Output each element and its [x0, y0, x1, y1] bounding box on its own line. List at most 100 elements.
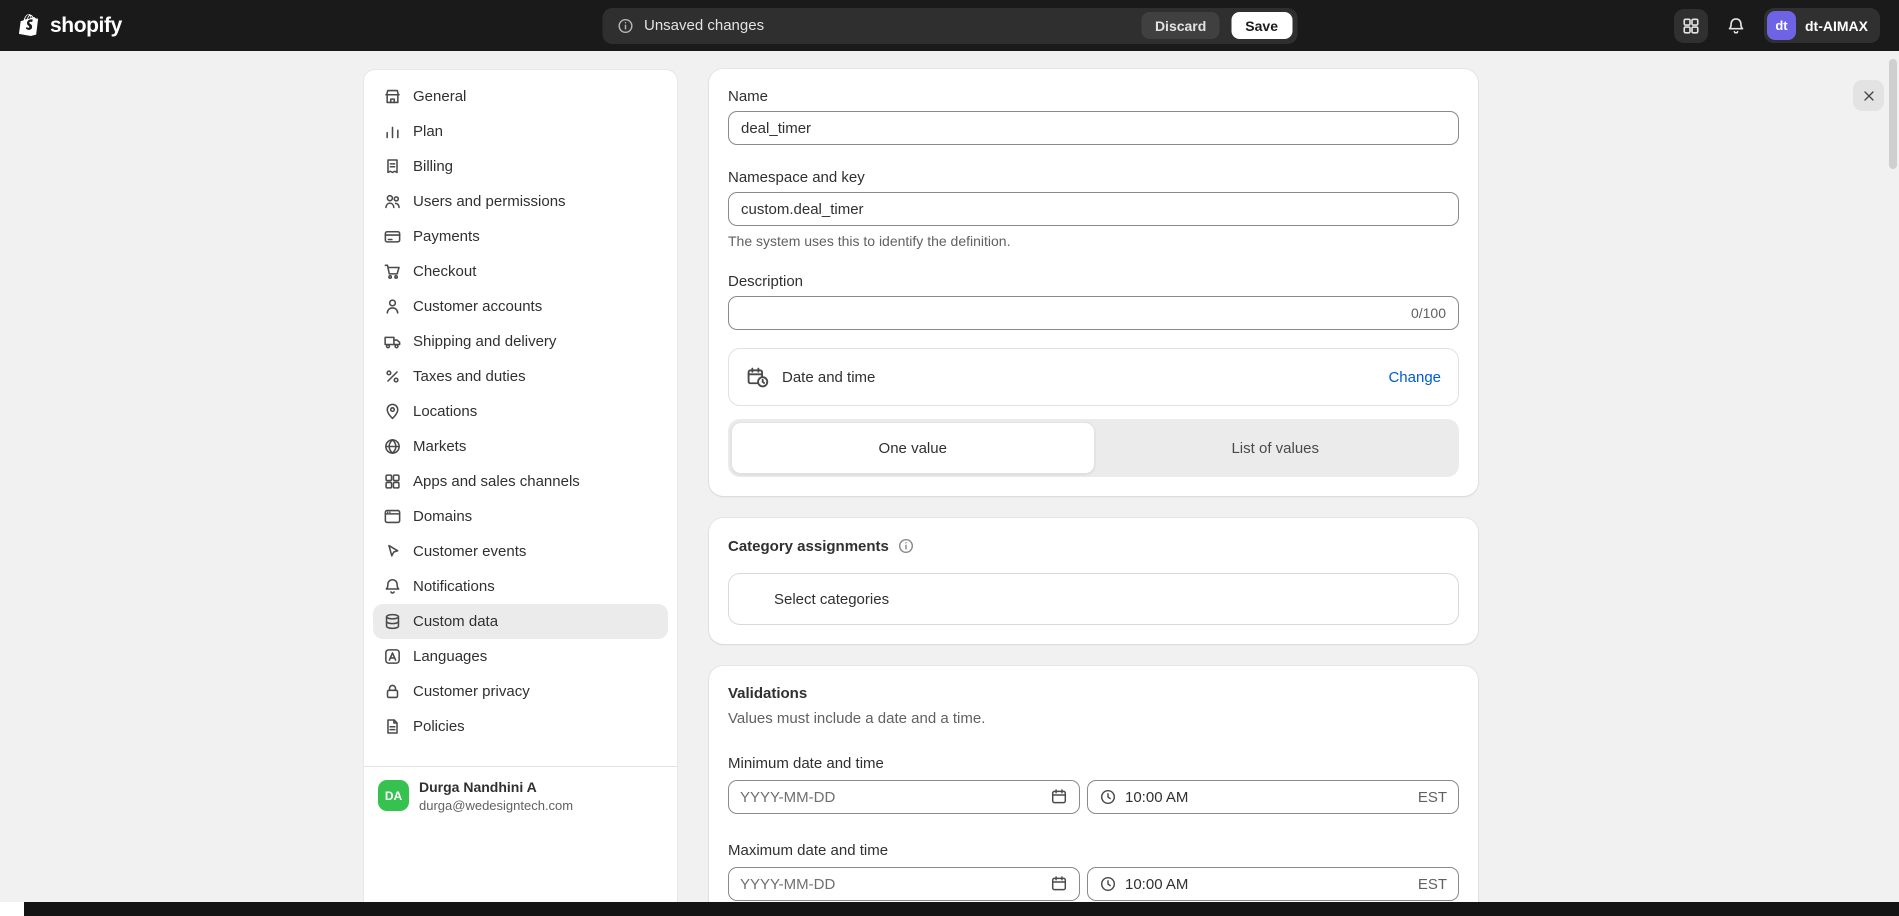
- category-assignments-card: Category assignments Select categories: [709, 518, 1478, 644]
- clock-icon: [1099, 788, 1117, 806]
- description-input[interactable]: [728, 296, 1459, 330]
- max-date-label: Maximum date and time: [728, 842, 1459, 859]
- sidebar-item-label: Shipping and delivery: [413, 333, 556, 350]
- sidebar-item-label: Domains: [413, 508, 472, 525]
- close-icon[interactable]: [1853, 80, 1884, 111]
- list-of-values-segment[interactable]: List of values: [1095, 422, 1457, 474]
- calendar-icon: [1050, 788, 1068, 806]
- sidebar-item-label: Custom data: [413, 613, 498, 630]
- sidebar-item-label: Customer events: [413, 543, 526, 560]
- sidebar-item-customer-events[interactable]: Customer events: [373, 534, 668, 569]
- max-timezone-label: EST: [1418, 876, 1447, 893]
- info-icon: [616, 17, 634, 35]
- min-time-input[interactable]: [1125, 789, 1410, 806]
- settings-nav: General PlanBilling Users and permissions P…: [364, 70, 677, 753]
- sidebar-item-markets[interactable]: Markets: [373, 429, 668, 464]
- sidebar-item-custom-data[interactable]: Custom data: [373, 604, 668, 639]
- min-datetime-row: EST: [728, 780, 1459, 814]
- sidebar-item-customer-privacy[interactable]: Customer privacy: [373, 674, 668, 709]
- validations-title: Validations: [728, 685, 1459, 702]
- min-date-input[interactable]: [740, 789, 1042, 806]
- select-categories-button[interactable]: Select categories: [728, 573, 1459, 625]
- content-type-row: Date and time Change: [728, 348, 1459, 406]
- sidebar-item-languages[interactable]: Languages: [373, 639, 668, 674]
- sidebar-item-shipping-and-delivery[interactable]: Shipping and delivery: [373, 324, 668, 359]
- sidebar-item-label: Taxes and duties: [413, 368, 526, 385]
- namespace-help-text: The system uses this to identify the def…: [728, 233, 1459, 249]
- user-initials-avatar: DA: [378, 780, 409, 811]
- category-assignments-title: Category assignments: [728, 538, 889, 555]
- user-menu[interactable]: dt dt-AIMAX: [1764, 8, 1880, 43]
- shopify-bag-icon: [19, 13, 44, 38]
- sidebar-item-apps-and-sales-channels[interactable]: Apps and sales channels: [373, 464, 668, 499]
- apps-grid-icon: [383, 472, 402, 491]
- domain-icon: [383, 507, 402, 526]
- sidebar-item-policies[interactable]: Policies: [373, 709, 668, 744]
- calendar-icon: [1050, 875, 1068, 893]
- definition-card: Name Namespace and key The system uses t…: [709, 69, 1478, 496]
- lock-icon: [383, 682, 402, 701]
- notifications-bell-icon[interactable]: [1719, 9, 1753, 43]
- sidebar-user[interactable]: DA Durga Nandhini A durga@wedesigntech.c…: [364, 766, 677, 825]
- min-date-field[interactable]: [728, 780, 1080, 814]
- cart-icon: [383, 262, 402, 281]
- one-value-segment[interactable]: One value: [731, 422, 1095, 474]
- user-avatar: dt: [1767, 11, 1796, 40]
- sidebar-item-payments[interactable]: Payments: [373, 219, 668, 254]
- sidebar-item-checkout[interactable]: Checkout: [373, 254, 668, 289]
- shopify-wordmark: shopify: [50, 14, 122, 38]
- sidebar-user-email: durga@wedesigntech.com: [419, 798, 573, 813]
- settings-content: Name Namespace and key The system uses t…: [709, 69, 1478, 902]
- change-type-link[interactable]: Change: [1388, 369, 1441, 386]
- truck-icon: [383, 332, 402, 351]
- namespace-label: Namespace and key: [728, 169, 1459, 186]
- max-time-field[interactable]: EST: [1087, 867, 1459, 901]
- sidebar-item-label: Users and permissions: [413, 193, 566, 210]
- bell-icon: [383, 577, 402, 596]
- shopify-logo[interactable]: shopify: [19, 13, 122, 38]
- validations-card: Validations Values must include a date a…: [709, 666, 1478, 902]
- backdrop-strip: [0, 902, 1899, 916]
- save-button[interactable]: Save: [1231, 12, 1292, 39]
- discard-button[interactable]: Discard: [1142, 12, 1219, 39]
- sidebar-item-label: General: [413, 88, 466, 105]
- sidebar-item-label: Customer privacy: [413, 683, 530, 700]
- apps-grid-icon[interactable]: [1674, 9, 1708, 43]
- sidebar-item-billing[interactable]: Billing: [373, 149, 668, 184]
- user-name: dt-AIMAX: [1805, 18, 1868, 34]
- settings-modal: General PlanBilling Users and permissions P…: [0, 51, 1899, 902]
- category-info-icon[interactable]: [897, 537, 915, 555]
- person-icon: [383, 297, 402, 316]
- sidebar-item-taxes-and-duties[interactable]: Taxes and duties: [373, 359, 668, 394]
- chart-icon: [383, 122, 402, 141]
- min-time-field[interactable]: EST: [1087, 780, 1459, 814]
- receipt-icon: [383, 157, 402, 176]
- validations-subtitle: Values must include a date and a time.: [728, 710, 1459, 727]
- name-label: Name: [728, 88, 1459, 105]
- sidebar-item-users-and-permissions[interactable]: Users and permissions: [373, 184, 668, 219]
- max-time-input[interactable]: [1125, 876, 1410, 893]
- name-input[interactable]: [728, 111, 1459, 145]
- plus-circle-icon: [744, 589, 764, 609]
- max-date-input[interactable]: [740, 876, 1042, 893]
- sidebar-item-domains[interactable]: Domains: [373, 499, 668, 534]
- scrollbar-thumb[interactable]: [1889, 59, 1897, 169]
- sidebar-item-notifications[interactable]: Notifications: [373, 569, 668, 604]
- max-date-field[interactable]: [728, 867, 1080, 901]
- unsaved-changes-bar: Unsaved changes Discard Save: [602, 8, 1297, 44]
- description-label: Description: [728, 273, 1459, 290]
- translate-icon: [383, 647, 402, 666]
- sidebar-item-general[interactable]: General: [373, 79, 668, 114]
- database-icon: [383, 612, 402, 631]
- sidebar-item-plan[interactable]: Plan: [373, 114, 668, 149]
- sidebar-item-customer-accounts[interactable]: Customer accounts: [373, 289, 668, 324]
- sidebar-user-name: Durga Nandhini A: [419, 779, 573, 796]
- topbar: shopify Unsaved changes Discard Save dt …: [0, 0, 1899, 51]
- namespace-input[interactable]: [728, 192, 1459, 226]
- sidebar-item-locations[interactable]: Locations: [373, 394, 668, 429]
- policy-icon: [383, 717, 402, 736]
- sidebar-item-label: Languages: [413, 648, 487, 665]
- sidebar-item-label: Customer accounts: [413, 298, 542, 315]
- payments-icon: [383, 227, 402, 246]
- bottom-left-corner: [0, 902, 24, 916]
